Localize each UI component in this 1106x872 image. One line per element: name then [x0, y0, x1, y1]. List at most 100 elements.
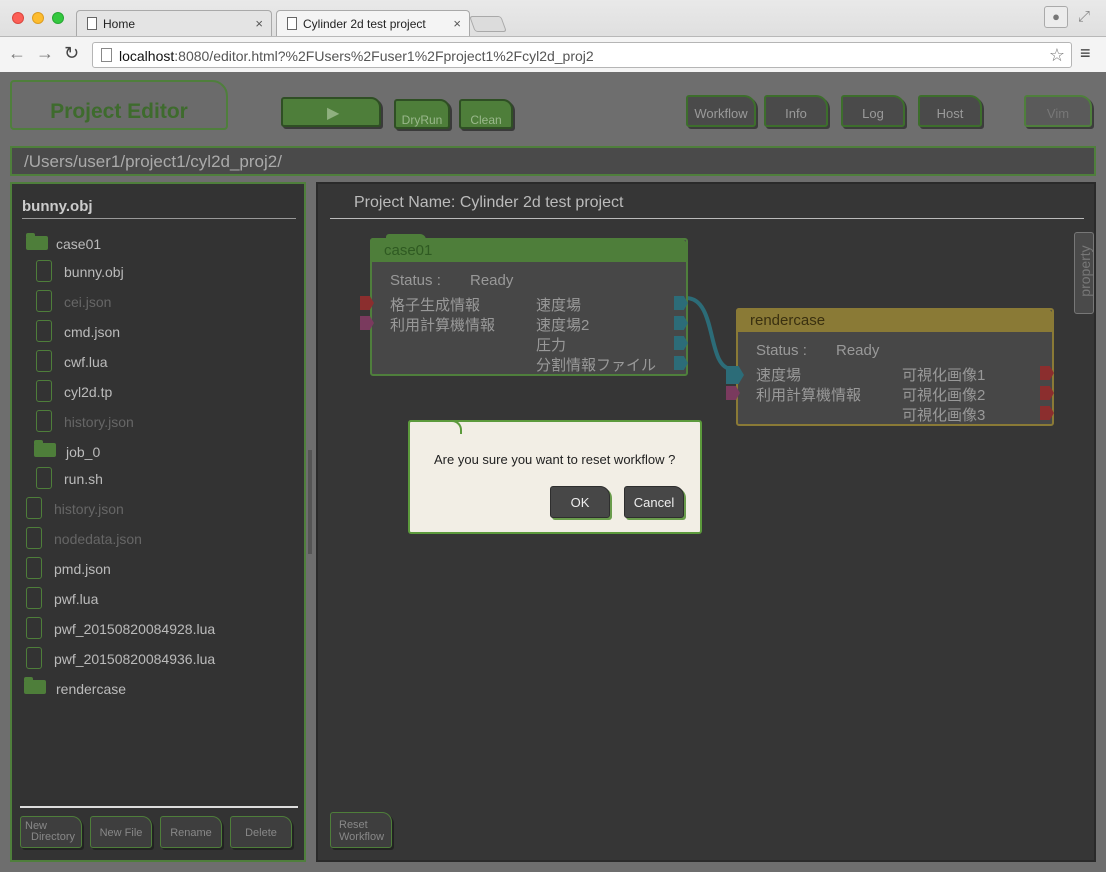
run-button[interactable]: ▶ — [281, 97, 381, 127]
output-port[interactable] — [1040, 366, 1054, 380]
confirm-dialog: Are you sure you want to reset workflow … — [408, 420, 702, 534]
window-maximize-button[interactable] — [52, 12, 64, 24]
tree-item-cwf-lua[interactable]: cwf.lua — [64, 354, 108, 370]
file-icon — [26, 617, 42, 639]
forward-icon[interactable]: → — [36, 43, 54, 64]
output-label: 分割情報ファイル — [536, 357, 657, 374]
connection-line[interactable] — [685, 296, 733, 371]
file-icon — [26, 557, 42, 579]
node-title: rendercase — [750, 312, 826, 329]
back-icon[interactable]: ← — [8, 43, 26, 64]
address-path: :8080/editor.html?%2FUsers%2Fuser1%2Fpro… — [174, 48, 594, 64]
vim-button[interactable]: Vim — [1024, 95, 1092, 127]
input-port[interactable] — [360, 316, 374, 330]
folder-icon — [24, 677, 46, 694]
ok-button[interactable]: OK — [550, 486, 610, 518]
workflow-button[interactable]: Workflow — [686, 95, 756, 127]
file-icon — [26, 527, 42, 549]
output-port[interactable] — [674, 336, 688, 350]
output-port[interactable] — [1040, 386, 1054, 400]
reset-workflow-button[interactable]: Reset Workflow — [330, 812, 392, 848]
file-icon — [26, 647, 42, 669]
host-button[interactable]: Host — [918, 95, 982, 127]
tree-item-pmd-json[interactable]: pmd.json — [54, 561, 111, 577]
rename-button[interactable]: Rename — [160, 816, 222, 848]
new-file-button[interactable]: New File — [90, 816, 152, 848]
file-icon — [26, 587, 42, 609]
file-icon — [36, 320, 52, 342]
tab-project[interactable]: Cylinder 2d test project × — [276, 10, 470, 36]
file-icon — [36, 380, 52, 402]
output-port[interactable] — [674, 356, 688, 370]
tree-item-run-sh[interactable]: run.sh — [64, 471, 103, 487]
tree-item-pwf-lua[interactable]: pwf.lua — [54, 591, 98, 607]
dialog-tab — [408, 420, 462, 434]
output-label: 圧力 — [536, 337, 567, 354]
new-tab-button[interactable] — [469, 16, 507, 32]
info-button[interactable]: Info — [764, 95, 828, 127]
address-bar[interactable]: localhost:8080/editor.html?%2FUsers%2Fus… — [92, 42, 1072, 68]
cancel-button[interactable]: Cancel — [624, 486, 684, 518]
output-port[interactable] — [1040, 406, 1054, 420]
browser-menu-icon[interactable]: ≡ — [1080, 43, 1091, 64]
file-icon — [36, 260, 52, 282]
output-label: 速度場 — [536, 297, 582, 314]
status-label: Status : — [390, 272, 441, 289]
input-port[interactable] — [360, 296, 374, 310]
node-case01[interactable]: case01 Status : Ready 格子生成情報 利用計算機情報 速度場… — [360, 234, 688, 376]
tab-close-icon[interactable]: × — [453, 16, 461, 31]
tree-item-history-json[interactable]: history.json — [64, 414, 134, 430]
log-button[interactable]: Log — [841, 95, 905, 127]
page-icon — [287, 17, 297, 30]
file-icon — [36, 290, 52, 312]
reload-icon[interactable]: ↻ — [64, 43, 79, 64]
panel-splitter[interactable] — [308, 450, 312, 554]
project-path-bar: /Users/user1/project1/cyl2d_proj2/ — [10, 146, 1096, 176]
input-label: 利用計算機情報 — [756, 387, 862, 404]
folder-icon — [34, 440, 56, 457]
divider — [20, 806, 298, 808]
output-port[interactable] — [674, 296, 688, 310]
dialog-message: Are you sure you want to reset workflow … — [434, 452, 676, 467]
tree-item-pwf-backup-1[interactable]: pwf_20150820084928.lua — [54, 621, 215, 637]
status-value: Ready — [836, 342, 880, 359]
tab-close-icon[interactable]: × — [255, 16, 263, 31]
window-close-button[interactable] — [12, 12, 24, 24]
new-directory-button[interactable]: New Directory — [20, 816, 82, 848]
tree-item-case01[interactable]: case01 — [56, 236, 101, 252]
output-port[interactable] — [674, 316, 688, 330]
file-icon — [36, 467, 52, 489]
input-port[interactable] — [726, 386, 740, 400]
bookmark-star-icon[interactable]: ☆ — [1049, 45, 1065, 66]
tree-item-history-json[interactable]: history.json — [54, 501, 124, 517]
page-icon — [87, 17, 97, 30]
fullscreen-icon[interactable]: ⤢ — [1078, 8, 1090, 25]
divider — [22, 218, 296, 219]
node-title: case01 — [384, 242, 433, 259]
tab-home[interactable]: Home × — [76, 10, 272, 36]
tree-item-nodedata-json[interactable]: nodedata.json — [54, 531, 142, 547]
tree-item-cei-json[interactable]: cei.json — [64, 294, 111, 310]
tree-item-cmd-json[interactable]: cmd.json — [64, 324, 120, 340]
input-port[interactable] — [726, 366, 744, 384]
navigation-bar: ← → ↻ localhost:8080/editor.html?%2FUser… — [0, 36, 1106, 72]
user-profile-icon[interactable]: ● — [1044, 6, 1068, 28]
delete-button[interactable]: Delete — [230, 816, 292, 848]
tree-item-job0[interactable]: job_0 — [66, 444, 100, 460]
dryrun-button[interactable]: DryRun — [394, 99, 450, 129]
clean-button[interactable]: Clean — [459, 99, 513, 129]
new-directory-label-2: Directory — [31, 831, 76, 843]
tree-item-rendercase[interactable]: rendercase — [56, 681, 126, 697]
reset-label-1: Reset — [339, 819, 368, 831]
node-rendercase[interactable]: rendercase Status : Ready 速度場 利用計算機情報 可視… — [726, 308, 1054, 426]
output-label: 可視化画像1 — [902, 367, 986, 384]
tree-item-cyl2d-tp[interactable]: cyl2d.tp — [64, 384, 112, 400]
window-minimize-button[interactable] — [32, 12, 44, 24]
tree-item-pwf-backup-2[interactable]: pwf_20150820084936.lua — [54, 651, 215, 667]
page-icon — [101, 48, 112, 62]
output-label: 可視化画像2 — [902, 387, 986, 404]
app-title-text: Project Editor — [50, 100, 188, 123]
tree-item-bunny-obj[interactable]: bunny.obj — [64, 264, 124, 280]
file-icon — [26, 497, 42, 519]
folder-icon — [26, 233, 48, 250]
